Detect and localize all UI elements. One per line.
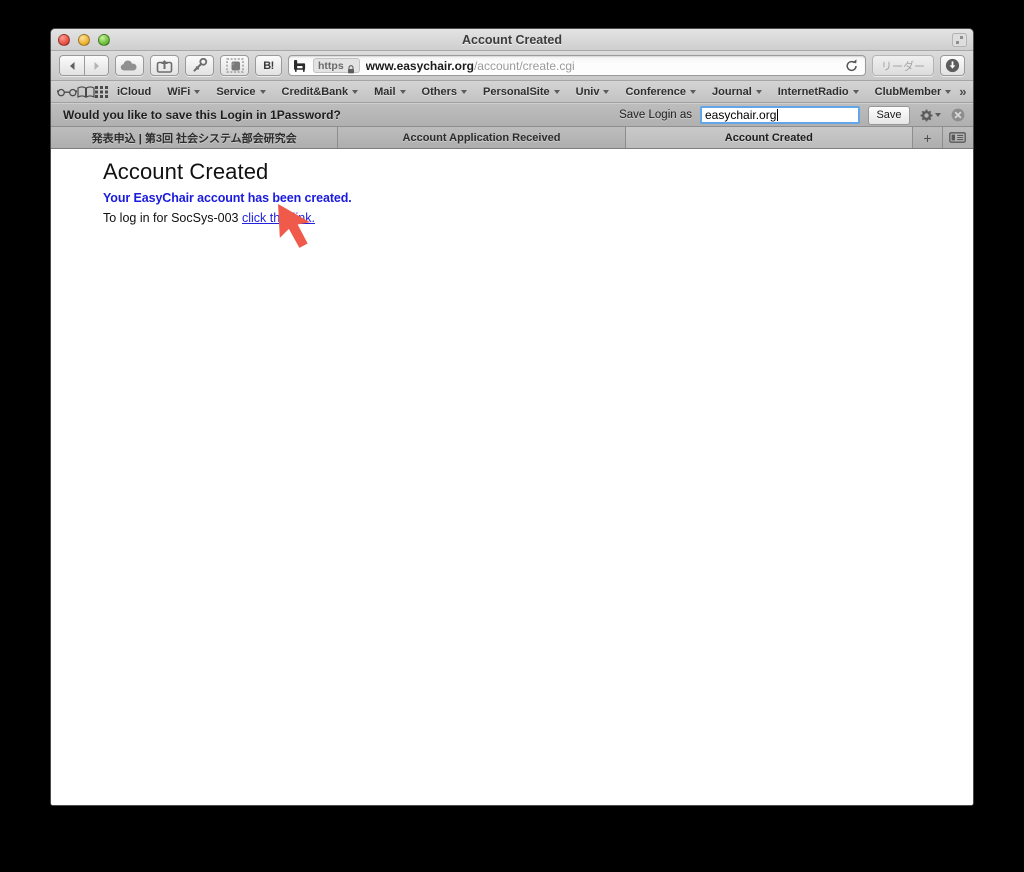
account-created-confirmation: Your EasyChair account has been created. — [103, 191, 352, 205]
chevron-down-icon — [259, 89, 266, 94]
zoom-button[interactable] — [98, 34, 110, 46]
bookmark-label: ClubMember — [874, 85, 942, 98]
login-link[interactable]: click this link. — [242, 211, 315, 225]
tab-happyou-moushikomi[interactable]: 発表申込 | 第3回 社会システム部会研究会 — [51, 127, 339, 148]
bookmark-credit-bank[interactable]: Credit&Bank — [274, 83, 367, 101]
login-instruction-text: To log in for SocSys-003 — [103, 211, 239, 225]
https-indicator: https — [313, 58, 360, 74]
reading-list-glasses-icon[interactable] — [57, 83, 77, 101]
bookmark-label: Conference — [625, 85, 687, 98]
bookmark-label: Service — [216, 85, 256, 98]
share-icon[interactable] — [150, 55, 179, 76]
chevron-down-icon — [852, 89, 859, 94]
chevron-down-icon — [690, 89, 697, 94]
bookmarks-overflow-chevron-icon[interactable]: » — [959, 84, 970, 99]
close-icon — [951, 108, 965, 122]
bookmark-internetradio[interactable]: InternetRadio — [770, 83, 867, 101]
1password-save-login-bar: Would you like to save this Login in 1Pa… — [51, 103, 973, 127]
lock-icon — [347, 61, 355, 74]
reader-button[interactable]: リーダー — [872, 55, 934, 76]
reload-button[interactable] — [845, 58, 859, 74]
bookmark-label: WiFi — [167, 85, 191, 98]
url-path: /account/create.cgi — [473, 58, 575, 73]
bookmark-conference[interactable]: Conference — [617, 83, 704, 101]
safari-browser-window: Account Created B! https www.easychair.o… — [50, 28, 974, 806]
chevron-down-icon — [399, 89, 406, 94]
window-title: Account Created — [461, 33, 563, 47]
bookmark-wifi[interactable]: WiFi — [159, 83, 208, 101]
tab-account-application-received[interactable]: Account Application Received — [338, 127, 626, 148]
bookmark-label: Journal — [712, 85, 752, 98]
bookmark-others[interactable]: Others — [414, 83, 475, 101]
bookmark-label: Others — [421, 85, 457, 98]
bookmark-label: InternetRadio — [777, 85, 849, 98]
url-domain: www.easychair.org — [365, 58, 474, 73]
bookmark-journal[interactable]: Journal — [704, 83, 770, 101]
chevron-down-icon — [755, 89, 762, 94]
address-bar[interactable]: https www.easychair.org/account/create.c… — [288, 55, 866, 76]
1password-prompt-text: Would you like to save this Login in 1Pa… — [63, 108, 341, 122]
minimize-button[interactable] — [78, 34, 90, 46]
bookmark-univ[interactable]: Univ — [568, 83, 618, 101]
save-login-as-label: Save Login as — [619, 109, 692, 121]
chevron-down-icon — [945, 89, 952, 94]
bookmark-personalsite[interactable]: PersonalSite — [475, 83, 568, 101]
bookmark-label: Mail — [374, 85, 396, 98]
new-tab-button[interactable]: + — [912, 127, 943, 148]
bookmarks-bar: iCloud WiFi Service Credit&Bank Mail Oth… — [51, 81, 973, 103]
bookmark-label: Credit&Bank — [281, 85, 349, 98]
fullscreen-icon[interactable] — [952, 33, 967, 47]
bookmark-service[interactable]: Service — [208, 83, 273, 101]
login-instruction-line: To log in for SocSys-003 click this link… — [103, 211, 973, 225]
window-controls — [58, 34, 110, 46]
downloads-button[interactable] — [940, 55, 965, 76]
login-name-value: easychair.org — [705, 108, 777, 122]
tab-overview-icon[interactable] — [942, 127, 973, 148]
bookmark-label: iCloud — [117, 85, 152, 98]
evernote-clipper-icon[interactable] — [220, 55, 249, 76]
1password-key-icon[interactable] — [185, 55, 214, 76]
page-title: Account Created — [103, 159, 269, 184]
chevron-down-icon — [352, 89, 359, 94]
browser-toolbar: B! https www.easychair.org/account/creat… — [51, 51, 973, 81]
bookmark-clubmember[interactable]: ClubMember — [867, 83, 960, 101]
chevron-down-icon — [935, 113, 941, 117]
bookmark-icloud[interactable]: iCloud — [109, 83, 159, 101]
back-button[interactable] — [59, 55, 84, 76]
chevron-down-icon — [553, 89, 560, 94]
bookmark-label: PersonalSite — [483, 85, 550, 98]
window-title-bar: Account Created — [51, 29, 973, 51]
tab-bar: 発表申込 | 第3回 社会システム部会研究会 Account Applicati… — [51, 127, 973, 149]
1password-settings-button[interactable] — [920, 109, 941, 122]
chevron-down-icon — [461, 89, 467, 94]
icloud-tabs-icon[interactable] — [115, 55, 144, 76]
close-button[interactable] — [58, 34, 70, 46]
easychair-chair-icon — [292, 58, 309, 73]
login-name-input[interactable]: easychair.org — [700, 106, 860, 124]
page-body: Account Created Your EasyChair account h… — [51, 159, 973, 225]
gear-icon — [920, 109, 933, 121]
bookmarks-book-icon[interactable] — [77, 83, 95, 101]
tab-account-created[interactable]: Account Created — [625, 127, 913, 148]
forward-button[interactable] — [84, 55, 109, 76]
dismiss-bar-button[interactable] — [951, 108, 965, 122]
hatena-bookmark-icon[interactable]: B! — [255, 55, 282, 76]
bookmark-mail[interactable]: Mail — [366, 83, 413, 101]
address-bar-url: www.easychair.org/account/create.cgi — [366, 59, 575, 73]
save-button[interactable]: Save — [868, 105, 910, 125]
page-content: Account Created Your EasyChair account h… — [51, 149, 973, 805]
chevron-down-icon — [603, 89, 610, 94]
text-cursor — [777, 109, 779, 121]
chevron-down-icon — [194, 89, 201, 94]
top-sites-grid-icon[interactable] — [95, 83, 109, 101]
navigation-buttons — [59, 55, 109, 76]
bookmark-label: Univ — [575, 85, 600, 98]
https-label: https — [318, 59, 344, 72]
